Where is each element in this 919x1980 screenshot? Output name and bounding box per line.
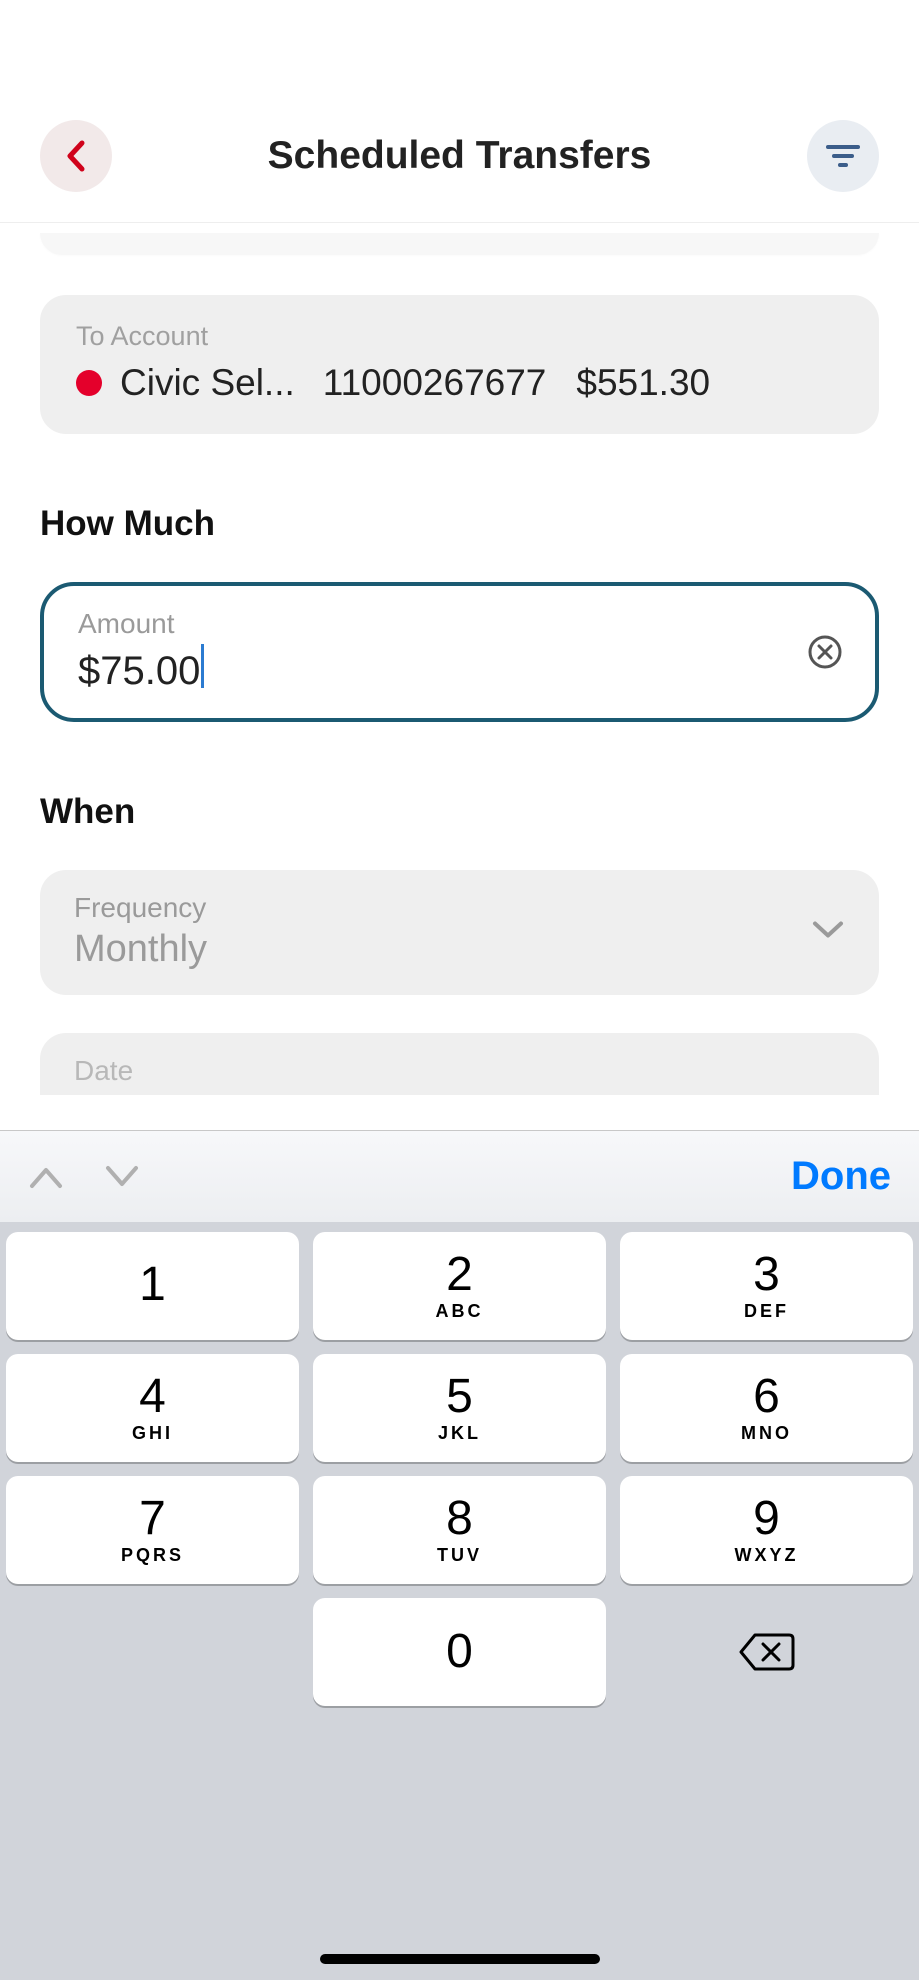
home-indicator[interactable] — [320, 1954, 600, 1964]
key-9[interactable]: 9 WXYZ — [620, 1476, 913, 1584]
chevron-left-icon — [62, 139, 90, 173]
date-select[interactable]: Date — [40, 1033, 879, 1095]
how-much-title: How Much — [40, 504, 879, 544]
account-balance: $551.30 — [576, 362, 710, 404]
clear-icon — [807, 634, 843, 670]
keyboard-toolbar: Done — [0, 1130, 919, 1222]
filter-button[interactable] — [807, 120, 879, 192]
filter-icon — [826, 143, 860, 169]
to-account-row: Civic Sel... 11000267677 $551.30 — [76, 362, 843, 404]
next-field-button[interactable] — [104, 1164, 140, 1190]
chevron-down-icon — [811, 919, 845, 946]
key-backspace[interactable] — [620, 1598, 913, 1706]
key-1[interactable]: 1 — [6, 1232, 299, 1340]
when-title: When — [40, 792, 879, 832]
frequency-label: Frequency — [74, 892, 845, 924]
date-label: Date — [74, 1055, 845, 1087]
key-8[interactable]: 8 TUV — [313, 1476, 606, 1584]
amount-label: Amount — [78, 608, 841, 640]
account-number: 11000267677 — [323, 362, 547, 404]
key-5[interactable]: 5 JKL — [313, 1354, 606, 1462]
backspace-icon — [737, 1631, 797, 1673]
key-0[interactable]: 0 — [313, 1598, 606, 1706]
numeric-keyboard: 1 2 ABC 3 DEF 4 GHI 5 J — [0, 1222, 919, 1980]
keyboard-spacer — [6, 1598, 299, 1706]
amount-value: $75.00 — [78, 649, 200, 694]
frequency-select[interactable]: Frequency Monthly — [40, 870, 879, 995]
frequency-value: Monthly — [74, 928, 845, 971]
key-6[interactable]: 6 MNO — [620, 1354, 913, 1462]
keyboard-container: Done 1 2 ABC 3 DEF 4 GHI — [0, 1130, 919, 1980]
key-3[interactable]: 3 DEF — [620, 1232, 913, 1340]
previous-field-button[interactable] — [28, 1164, 64, 1190]
account-name: Civic Sel... — [120, 362, 295, 404]
key-7[interactable]: 7 PQRS — [6, 1476, 299, 1584]
page-title: Scheduled Transfers — [268, 134, 652, 178]
key-2[interactable]: 2 ABC — [313, 1232, 606, 1340]
keyboard-nav-arrows — [28, 1164, 140, 1190]
text-cursor — [201, 644, 204, 688]
keyboard-done-button[interactable]: Done — [791, 1154, 891, 1199]
to-account-card[interactable]: To Account Civic Sel... 11000267677 $551… — [40, 295, 879, 434]
account-color-dot — [76, 370, 102, 396]
amount-input[interactable]: Amount $75.00 — [40, 582, 879, 722]
clear-button[interactable] — [805, 632, 845, 672]
back-button[interactable] — [40, 120, 112, 192]
header: Scheduled Transfers — [0, 0, 919, 222]
to-account-label: To Account — [76, 321, 843, 352]
key-4[interactable]: 4 GHI — [6, 1354, 299, 1462]
partial-card — [40, 233, 879, 255]
